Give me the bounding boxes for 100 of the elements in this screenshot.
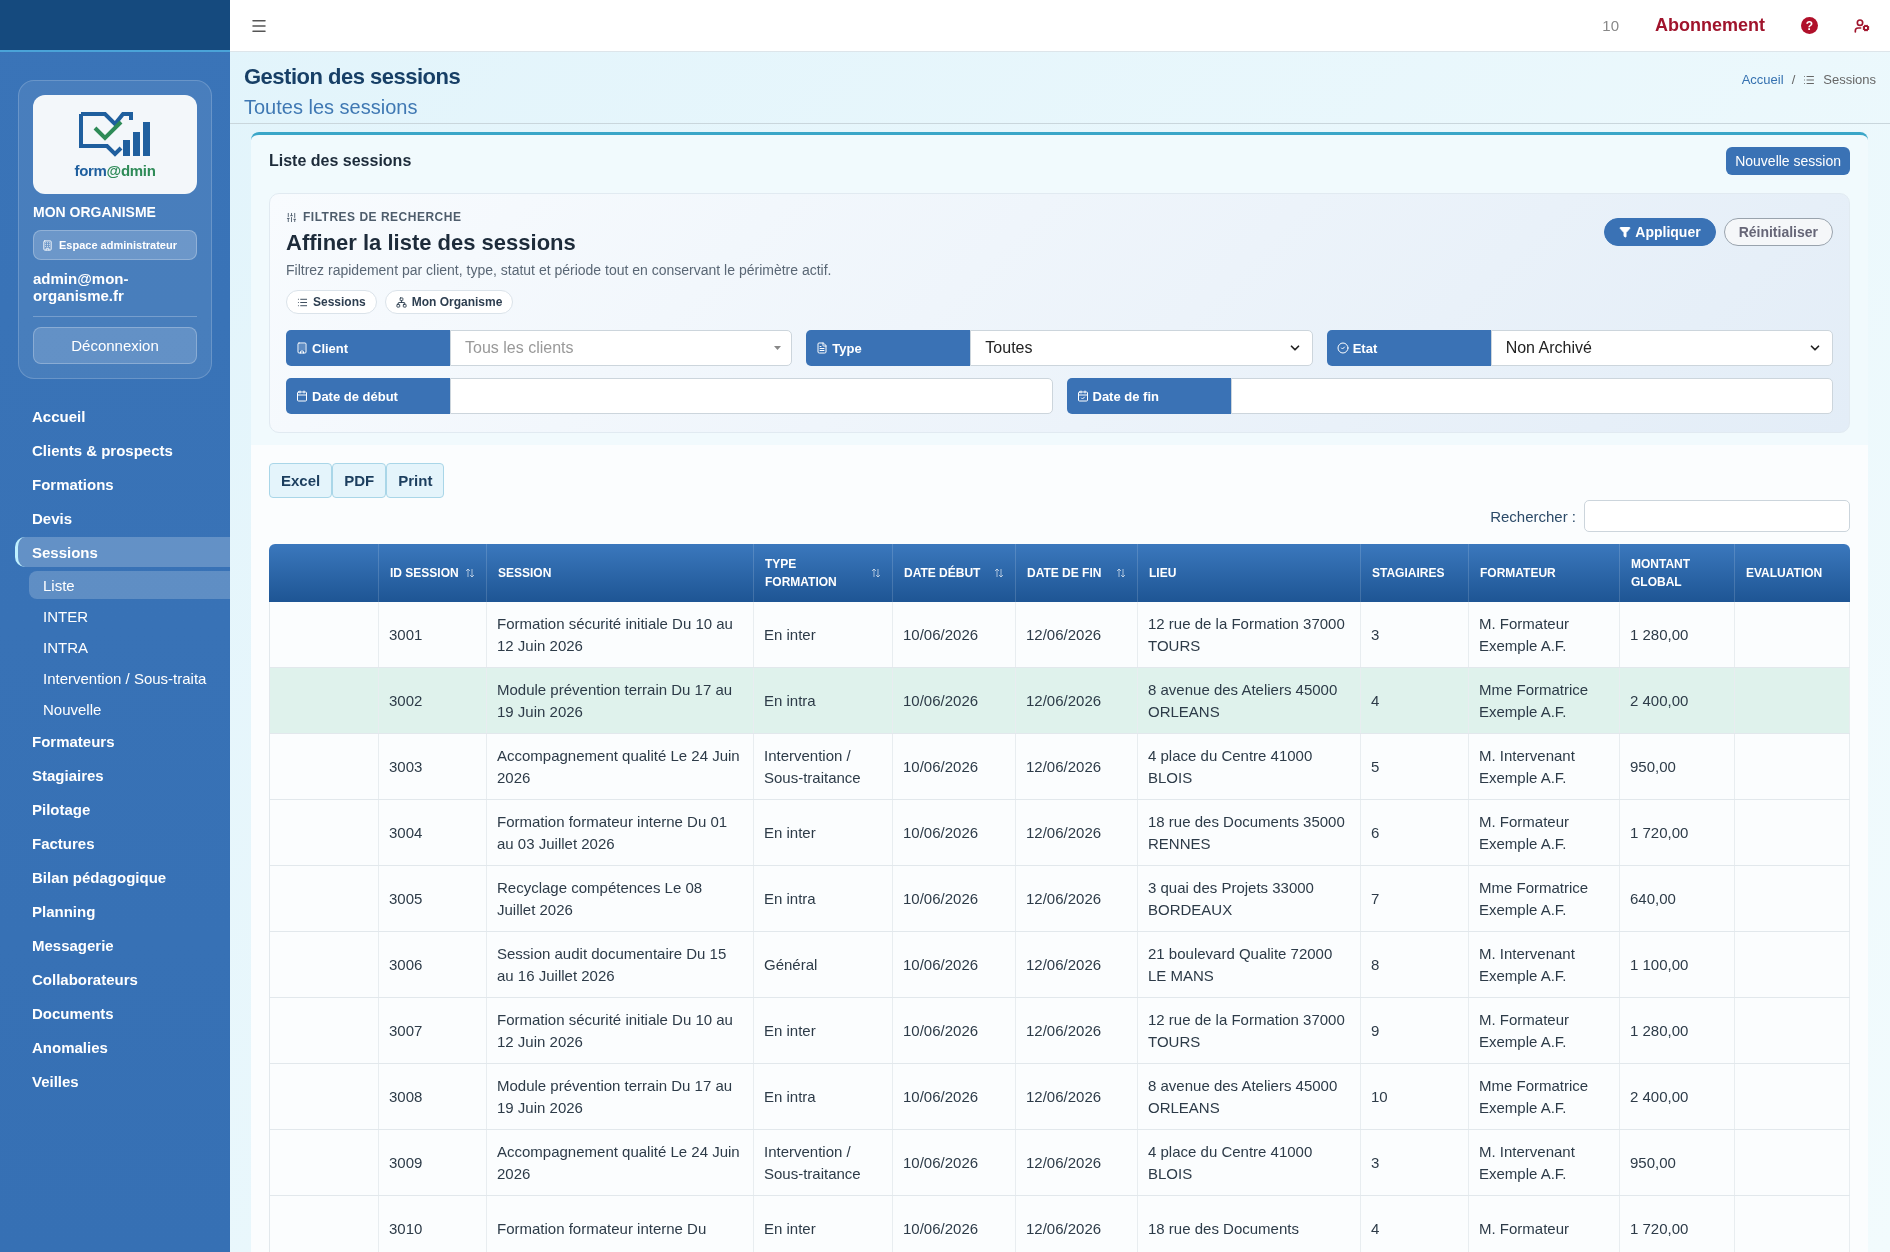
- breadcrumb-link[interactable]: Accueil: [1741, 72, 1784, 87]
- field-label: Date de fin: [1066, 378, 1231, 414]
- new-session-button[interactable]: Nouvelle session: [1726, 147, 1850, 175]
- calendar-icon: [1076, 390, 1089, 402]
- table-cell-text: 950,00: [1630, 756, 1676, 777]
- table-cell-text: Mme Formatrice Exemple A.F.: [1479, 1075, 1590, 1118]
- nav-item[interactable]: Factures: [15, 828, 230, 858]
- logout-button[interactable]: Déconnexion: [33, 327, 197, 364]
- nav-item[interactable]: Accueil: [15, 401, 230, 431]
- date-field[interactable]: [1230, 378, 1833, 414]
- nav-item[interactable]: Devis: [15, 503, 230, 533]
- list-icon: [1803, 73, 1816, 86]
- select-field[interactable]: Toutes: [970, 330, 1313, 366]
- nav-subitem[interactable]: Nouvelle: [29, 695, 230, 723]
- table-cell-text: 3008: [389, 1086, 423, 1107]
- scope-chip: Sessions: [286, 290, 377, 314]
- column-header[interactable]: DATE DÉBUT: [904, 564, 981, 582]
- column-header[interactable]: TYPE FORMATION: [765, 555, 872, 591]
- filter-heading: Affiner la liste des sessions: [286, 230, 577, 256]
- nav-item[interactable]: Veilles: [15, 1066, 230, 1096]
- table-cell-text: M. Formateur: [1479, 1218, 1569, 1239]
- column-header[interactable]: FORMATEUR: [1480, 564, 1556, 582]
- sort-icon[interactable]: [1116, 568, 1126, 578]
- list-icon: [297, 296, 308, 308]
- nav-item[interactable]: Pilotage: [15, 794, 230, 824]
- counter: 10: [1602, 17, 1619, 34]
- table-cell-text: M. Formateur Exemple A.F.: [1479, 811, 1570, 854]
- table-cell-text: 10/06/2026: [903, 1218, 979, 1239]
- select-field[interactable]: Non Archivé: [1490, 330, 1833, 366]
- column-header[interactable]: ID SESSION: [390, 564, 459, 582]
- nav-subitem[interactable]: Liste: [29, 571, 230, 599]
- table-cell-text: 10: [1371, 1086, 1388, 1107]
- card-title: Liste des sessions: [269, 152, 412, 170]
- table-cell-text: 4: [1371, 690, 1380, 711]
- column-header[interactable]: EVALUATION: [1746, 564, 1823, 582]
- nav-item[interactable]: Anomalies: [15, 1032, 230, 1062]
- subscription-link[interactable]: Abonnement: [1655, 15, 1765, 36]
- table-cell-text: En intra: [764, 690, 816, 711]
- column-header[interactable]: MONTANT GLOBAL: [1631, 555, 1723, 591]
- page-title: Gestion des sessions: [244, 64, 461, 90]
- space-badge: Espace administrateur: [33, 230, 197, 260]
- nav-item[interactable]: Clients & prospects: [15, 435, 230, 465]
- table-cell-text: M. Intervenant Exemple A.F.: [1479, 943, 1576, 986]
- table-cell-text: 10/06/2026: [903, 954, 979, 975]
- user-email: admin@mon-organisme.fr: [33, 270, 197, 317]
- table-cell-text: 2 400,00: [1630, 690, 1689, 711]
- help-icon[interactable]: ?: [1801, 17, 1818, 34]
- nav-item[interactable]: Bilan pédagogique: [15, 862, 230, 892]
- export-button[interactable]: Print: [386, 463, 445, 498]
- breadcrumb-current: Sessions: [1823, 72, 1876, 87]
- nav-item[interactable]: Documents: [15, 998, 230, 1028]
- column-header[interactable]: STAGIAIRES: [1372, 564, 1445, 582]
- table-cell-text: 4 place du Centre 41000 BLOIS: [1148, 1141, 1314, 1184]
- export-button[interactable]: Excel: [269, 463, 333, 498]
- export-button[interactable]: PDF: [332, 463, 387, 498]
- table-cell-text: Intervention / Sous-traitance: [764, 745, 862, 788]
- nav-item[interactable]: Formateurs: [15, 726, 230, 756]
- building-icon: [296, 342, 308, 354]
- apply-button[interactable]: Appliquer: [1604, 218, 1716, 246]
- table-cell-text: Formation sécurité initiale Du 10 au 12 Juin 2026: [497, 1009, 734, 1052]
- client-select[interactable]: Tous les clients: [450, 330, 793, 366]
- nav-item[interactable]: Sessions: [15, 537, 230, 567]
- nav-item[interactable]: Planning: [15, 896, 230, 926]
- table-cell-text: Formation formateur interne Du: [497, 1218, 707, 1239]
- table-cell-text: 9: [1371, 1020, 1380, 1041]
- search-field[interactable]: [1584, 500, 1850, 532]
- table-cell-text: Général: [764, 954, 818, 975]
- table-cell-text: 3: [1371, 1152, 1380, 1173]
- field-label: Date de début: [286, 378, 450, 414]
- sort-icon[interactable]: [465, 568, 475, 578]
- date-field[interactable]: [450, 378, 1053, 414]
- field-label: Etat: [1326, 330, 1491, 366]
- table-cell-text: Module prévention terrain Du 17 au 19 Juin 2026: [497, 1075, 734, 1118]
- sort-icon[interactable]: [871, 568, 881, 578]
- sort-icon[interactable]: [994, 568, 1004, 578]
- reset-button[interactable]: Réinitialiser: [1723, 218, 1833, 246]
- nav-item[interactable]: Messagerie: [15, 930, 230, 960]
- table-cell-text: 12/06/2026: [1026, 888, 1102, 909]
- nav-subitem[interactable]: INTRA: [29, 633, 230, 661]
- nav-subitem[interactable]: INTER: [29, 602, 230, 630]
- column-header[interactable]: DATE DE FIN: [1027, 564, 1102, 582]
- table-cell-text: Module prévention terrain Du 17 au 19 Juin 2026: [497, 679, 734, 722]
- nav-item[interactable]: Formations: [15, 469, 230, 499]
- table-cell-text: 10/06/2026: [903, 1086, 979, 1107]
- nav-item[interactable]: Collaborateurs: [15, 964, 230, 994]
- nav-item[interactable]: Stagiaires: [15, 760, 230, 790]
- table-cell-text: 3007: [389, 1020, 423, 1041]
- table-cell-text: 12/06/2026: [1026, 756, 1102, 777]
- nav-subitem[interactable]: Intervention / Sous-traita: [29, 664, 230, 692]
- table-cell-text: 3001: [389, 624, 423, 645]
- table-cell-text: 2 400,00: [1630, 1086, 1689, 1107]
- table-cell-text: M. Formateur Exemple A.F.: [1479, 1009, 1570, 1052]
- column-header[interactable]: SESSION: [498, 564, 552, 582]
- table-cell-text: Accompagnement qualité Le 24 Juin 2026: [497, 1141, 741, 1184]
- table-cell-text: M. Intervenant Exemple A.F.: [1479, 745, 1576, 788]
- table-cell-text: 10/06/2026: [903, 690, 979, 711]
- table-cell-text: 3004: [389, 822, 423, 843]
- user-settings-icon[interactable]: [1854, 17, 1870, 34]
- logo: form@dmin: [33, 95, 197, 194]
- column-header[interactable]: LIEU: [1149, 564, 1177, 582]
